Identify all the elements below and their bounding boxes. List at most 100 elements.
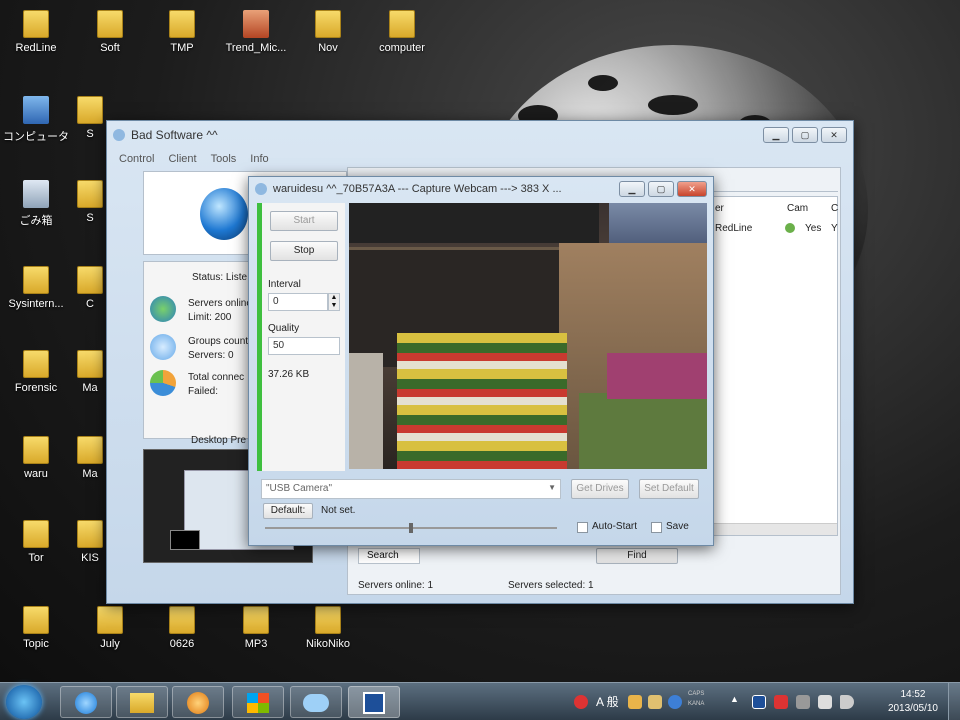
ime-dictionary-icon[interactable] (648, 695, 662, 709)
desktop-icon-niconico[interactable]: NikoNiko (292, 600, 364, 660)
stop-button[interactable]: Stop (270, 241, 338, 261)
desktop-icon-soft[interactable]: Soft (74, 4, 146, 64)
desktop-icon-label: waru (24, 468, 48, 480)
desktop-icon-computer[interactable]: コンピュータ (0, 90, 72, 150)
menu-control[interactable]: Control (119, 153, 154, 165)
chevron-up-icon[interactable]: ▲ (730, 694, 739, 704)
ime-tools-icon[interactable] (628, 695, 642, 709)
desktop-icon-partial[interactable]: S (70, 174, 110, 234)
menu-client[interactable]: Client (168, 153, 196, 165)
windows-logo-icon (247, 693, 269, 713)
auto-start-checkbox[interactable] (577, 522, 588, 533)
folder-icon (97, 606, 123, 634)
desktop-icon-partial[interactable]: C (70, 260, 110, 320)
desktop-icon-waru[interactable]: waru (0, 430, 72, 490)
desktop-icon-forensic[interactable]: Forensic (0, 344, 72, 404)
row-extra[interactable]: Y (831, 223, 838, 234)
folder-icon (77, 350, 103, 378)
desktop-icon-redline[interactable]: RedLine (0, 4, 72, 64)
quality-input[interactable]: 50 (268, 337, 340, 355)
folder-icon (23, 266, 49, 294)
folder-icon (315, 10, 341, 38)
show-desktop-button[interactable] (948, 683, 960, 720)
desktop-icon-nov[interactable]: Nov (292, 4, 364, 64)
desktop-icon-label: July (100, 638, 120, 650)
desktop-icon-recycle-bin[interactable]: ごみ箱 (0, 174, 72, 234)
desktop-icon-tor[interactable]: Tor (0, 514, 72, 574)
cloud-app-taskbar-button[interactable] (290, 686, 342, 718)
menu-tools[interactable]: Tools (211, 153, 237, 165)
start-button[interactable]: Start (270, 211, 338, 231)
app-taskbar-button[interactable] (232, 686, 284, 718)
col-header-cam[interactable]: Cam (787, 203, 808, 214)
desktop-icon-label: NikoNiko (305, 638, 350, 650)
find-button[interactable]: Find (596, 548, 678, 564)
save-checkbox[interactable] (651, 522, 662, 533)
network-alert-icon[interactable] (574, 695, 588, 709)
desktop-icon-partial[interactable]: Ma (70, 430, 110, 490)
desktop-icon-tmp[interactable]: TMP (146, 4, 218, 64)
desktop-icon-partial[interactable]: Ma (70, 344, 110, 404)
system-clock[interactable]: 14:52 2013/05/10 (888, 688, 938, 716)
start-button[interactable] (6, 685, 42, 719)
folder-icon (23, 350, 49, 378)
network-icon[interactable] (818, 695, 832, 709)
media-player-taskbar-button[interactable] (172, 686, 224, 718)
close-button[interactable]: ✕ (821, 127, 847, 143)
desktop-icon-label: KIS (81, 552, 99, 564)
webcam-window-titlebar[interactable]: waruidesu ^^_70B57A3A --- Capture Webcam… (249, 177, 713, 201)
menu-info[interactable]: Info (250, 153, 268, 165)
app-tray-icon[interactable] (752, 695, 766, 709)
webcam-feed (349, 203, 707, 469)
folder-icon (315, 606, 341, 634)
maximize-button[interactable]: ▢ (792, 127, 818, 143)
minimize-button[interactable]: ▁ (763, 127, 789, 143)
search-input[interactable]: Search (358, 548, 420, 564)
failed-label: Failed: (188, 386, 219, 397)
set-default-button[interactable]: Set Default (639, 479, 699, 499)
desktop-icon-0626[interactable]: 0626 (146, 600, 218, 660)
interval-spinner[interactable]: ▲ ▼ (328, 293, 340, 311)
minimize-button[interactable]: ▁ (619, 181, 645, 197)
col-header-user[interactable]: er (715, 203, 724, 214)
desktop-icon-partial[interactable]: S (70, 90, 110, 150)
active-app-taskbar-button[interactable] (348, 686, 400, 718)
desktop-icon-mp3[interactable]: MP3 (220, 600, 292, 660)
main-menubar: Control Client Tools Info (107, 149, 853, 169)
ie-taskbar-button[interactable] (60, 686, 112, 718)
explorer-taskbar-button[interactable] (116, 686, 168, 718)
row-user[interactable]: RedLine (715, 223, 752, 234)
folder-icon (243, 606, 269, 634)
close-button[interactable]: ✕ (677, 181, 707, 197)
caps-indicator: CAPS (688, 691, 705, 697)
col-header-extra[interactable]: C (831, 203, 838, 214)
desktop-icon-label: Tor (28, 552, 44, 564)
interval-input[interactable]: 0 (268, 293, 328, 311)
desktop-icon-july[interactable]: July (74, 600, 146, 660)
folder-icon (169, 606, 195, 634)
quality-slider[interactable] (265, 523, 557, 533)
desktop-preview-label: Desktop Pre (191, 435, 247, 446)
slider-thumb[interactable] (409, 523, 413, 533)
security-icon[interactable] (774, 695, 788, 709)
desktop-icon-trend-micro[interactable]: Trend_Mic... (220, 4, 292, 64)
monitor-icon[interactable] (796, 695, 810, 709)
webcam-controls: Start Stop Interval 0 ▲ ▼ Quality 50 37.2… (257, 203, 345, 471)
desktop-icon-label: RedLine (15, 42, 57, 54)
help-icon[interactable] (668, 695, 682, 709)
volume-icon[interactable] (840, 695, 854, 709)
get-drives-button[interactable]: Get Drives (571, 479, 629, 499)
desktop-icon-computer-folder[interactable]: computer (366, 4, 438, 64)
default-button[interactable]: Default: (263, 503, 313, 519)
desktop-icon-label: コンピュータ (3, 131, 69, 143)
ime-indicator[interactable]: A 般 (596, 693, 619, 710)
desktop-icon-sysinternals[interactable]: Sysintern... (0, 260, 72, 320)
desktop-icon-topic[interactable]: Topic (0, 600, 72, 660)
maximize-button[interactable]: ▢ (648, 181, 674, 197)
row-cam[interactable]: Yes (805, 223, 821, 234)
desktop-icon-label: Ma (82, 468, 98, 480)
device-select[interactable]: "USB Camera" ▼ (261, 479, 561, 499)
desktop-icon-partial[interactable]: KIS (70, 514, 110, 574)
main-window-titlebar[interactable]: Bad Software ^^ ▁ ▢ ✕ (107, 121, 853, 149)
interval-label: Interval (268, 279, 301, 290)
